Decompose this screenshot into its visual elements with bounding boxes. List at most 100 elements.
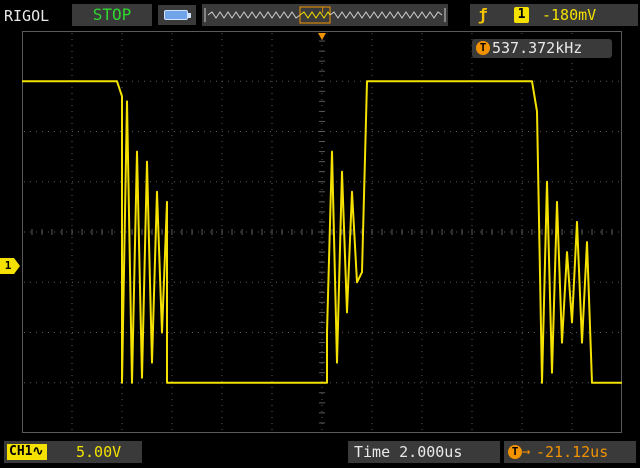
grid-dot	[390, 181, 391, 183]
grid-dot	[271, 399, 273, 400]
grid-dot	[564, 382, 565, 384]
ac-coupling-icon: ∿	[32, 444, 44, 459]
grid-dot	[71, 165, 73, 166]
grid-dot	[221, 279, 223, 280]
grid-dot	[36, 281, 37, 283]
grid-dot	[228, 281, 229, 283]
timebase-settings[interactable]: Time 2.000us	[348, 441, 500, 463]
grid-dot	[420, 281, 421, 283]
grid-dot	[444, 382, 445, 384]
overview-trace-right	[329, 11, 443, 19]
grid-dot	[552, 382, 553, 384]
grid-dot	[78, 131, 79, 132]
grid-dot	[192, 181, 193, 183]
grid-dot	[371, 129, 373, 130]
grid-dot	[71, 273, 73, 274]
channel-1-scale[interactable]: CH1∿ 5.00V	[4, 441, 142, 463]
grid-dot	[471, 333, 473, 334]
grid-dot	[471, 207, 473, 208]
grid-dot	[571, 291, 573, 292]
grid-dot	[221, 87, 223, 88]
waveform-display[interactable]	[21, 30, 622, 433]
grid-dot	[471, 267, 473, 268]
grid-dot	[521, 375, 523, 376]
grid-dot	[171, 423, 173, 424]
grid-dot	[171, 195, 173, 196]
grid-dot	[198, 332, 199, 333]
trigger-position-marker[interactable]	[318, 33, 326, 40]
grid-dot	[132, 181, 133, 183]
grid-dot	[306, 281, 307, 283]
grid-dot	[421, 111, 423, 112]
grid-dot	[221, 207, 223, 208]
frequency-measurement[interactable]: T 537.372kHz	[472, 39, 612, 58]
grid-dot	[192, 332, 193, 333]
timebase-text: Time 2.000us	[354, 443, 463, 461]
grid-dot	[270, 80, 271, 82]
horizontal-delay[interactable]: T → -21.12us	[504, 441, 636, 463]
channel-marker-label: 1	[4, 259, 12, 272]
grid-dot	[108, 131, 109, 132]
grid-dot	[221, 261, 223, 262]
trigger-settings[interactable]: ƒ 1 -180mV	[470, 4, 638, 26]
grid-dot	[221, 411, 223, 412]
grid-dot	[371, 411, 373, 412]
grid-dot	[321, 279, 323, 280]
grid-dot	[408, 181, 409, 183]
grid-dot	[36, 382, 37, 384]
grid-dot	[271, 345, 273, 346]
grid-dot	[321, 189, 323, 190]
grid-dot	[288, 80, 289, 82]
grid-dot	[528, 181, 529, 183]
grid-dot	[371, 111, 373, 112]
grid-dot	[264, 131, 265, 132]
grid-dot	[571, 225, 573, 226]
grid-dot	[300, 131, 301, 132]
grid-dot	[221, 285, 223, 286]
grid-dot	[288, 231, 289, 233]
grid-dot	[171, 183, 173, 184]
grid-dot	[271, 375, 273, 376]
grid-dot	[321, 213, 323, 214]
grid-dot	[372, 181, 373, 183]
grid-dot	[534, 231, 535, 233]
grid-dot	[471, 321, 473, 322]
grid-dot	[221, 141, 223, 142]
grid-dot	[421, 429, 423, 430]
grid-dot	[421, 321, 423, 322]
run-stop-status[interactable]: STOP	[72, 4, 152, 26]
grid-dot	[221, 249, 223, 250]
grid-dot	[471, 291, 473, 292]
grid-dot	[522, 382, 523, 384]
grid-dot	[60, 281, 61, 283]
grid-dot	[486, 332, 487, 333]
grid-dot	[588, 80, 589, 82]
grid-dot	[336, 181, 337, 183]
grid-dot	[221, 237, 223, 238]
overview-trace-window	[299, 11, 331, 19]
grid-dot	[221, 117, 223, 118]
grid-dot	[612, 332, 613, 333]
grid-dot	[312, 181, 313, 183]
grid-dot	[171, 177, 173, 178]
grid-dot	[306, 231, 307, 233]
grid-dot	[571, 357, 573, 358]
grid-dot	[246, 181, 247, 183]
grid-dot	[71, 123, 73, 124]
grid-dot	[150, 231, 151, 233]
grid-dot	[210, 80, 211, 82]
grid-dot	[71, 93, 73, 94]
grid-dot	[552, 181, 553, 183]
channel-1-ground-marker[interactable]: 1	[0, 258, 20, 274]
grid-dot	[371, 387, 373, 388]
grid-dot	[426, 281, 427, 283]
grid-dot	[276, 80, 277, 82]
grid-dot	[54, 382, 55, 384]
grid-dot	[222, 131, 223, 132]
waveform-overview[interactable]: T	[202, 4, 448, 26]
grid-dot	[48, 281, 49, 283]
grid-dot	[174, 131, 175, 132]
grid-dot	[48, 332, 49, 333]
grid-dot	[271, 213, 273, 214]
grid-dot	[321, 351, 323, 352]
